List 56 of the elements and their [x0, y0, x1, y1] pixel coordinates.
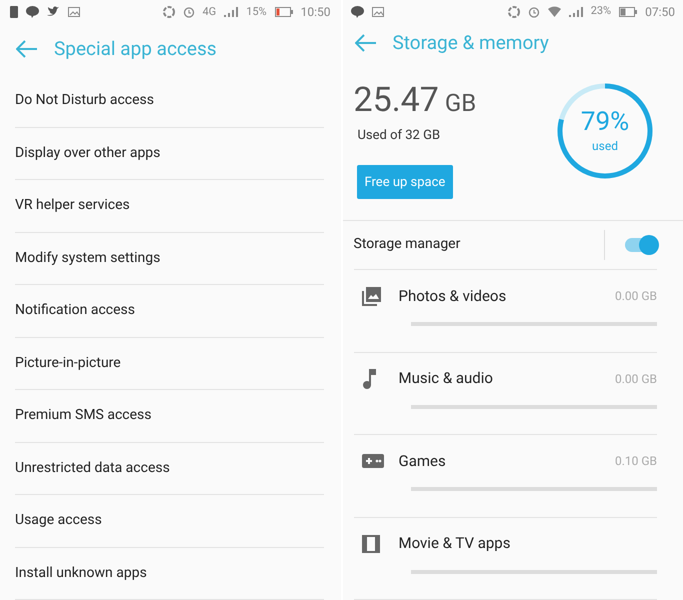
- used-caption: used: [592, 138, 618, 155]
- percent-used: 79%: [580, 106, 630, 137]
- settings-item[interactable]: VR helper services: [15, 180, 324, 232]
- used-unit: GB: [444, 88, 476, 119]
- chat-icon: [350, 6, 364, 18]
- settings-item[interactable]: Unrestricted data access: [15, 442, 324, 495]
- used-amount: 25.47: [354, 78, 439, 122]
- alarm-icon: [528, 6, 540, 18]
- storage-manager-switch[interactable]: [625, 238, 657, 252]
- settings-item[interactable]: Do Not Disturb access: [15, 75, 324, 128]
- battery-icon: [619, 6, 638, 17]
- wifi-icon: [548, 6, 561, 18]
- storage-category[interactable]: Photos & videos 0.00 GB: [354, 270, 657, 352]
- network-type: 4G: [202, 4, 216, 20]
- category-size: 0.00 GB: [614, 370, 657, 388]
- page-title: Storage & memory: [392, 30, 549, 56]
- film-icon: [362, 534, 380, 552]
- storage-category[interactable]: Movie & TV apps: [354, 518, 657, 600]
- alarm-icon: [182, 6, 194, 18]
- battery-percent: 23%: [590, 3, 612, 20]
- page-title: Special app access: [54, 36, 217, 62]
- battery-percent: 15%: [246, 4, 267, 20]
- clock: 10:50: [300, 4, 330, 21]
- photo-icon: [362, 286, 382, 306]
- used-of-total: Used of 32 GB: [358, 126, 442, 145]
- category-size: 0.00 GB: [614, 288, 657, 305]
- category-name: Music & audio: [398, 368, 494, 390]
- back-icon[interactable]: [354, 34, 376, 52]
- settings-item[interactable]: Notification access: [15, 285, 324, 338]
- signal-icon: [224, 6, 238, 17]
- settings-item[interactable]: Display over other apps: [15, 128, 324, 180]
- category-size: 0.10 GB: [614, 453, 657, 470]
- back-icon[interactable]: [16, 40, 38, 58]
- clock: 07:50: [645, 4, 675, 21]
- battery-icon: [274, 6, 293, 17]
- category-name: Games: [398, 450, 447, 472]
- bird-icon: [47, 6, 60, 18]
- settings-item[interactable]: Premium SMS access: [15, 390, 324, 442]
- storage-category[interactable]: Music & audio 0.00 GB: [354, 352, 657, 435]
- gamepad-icon: [362, 454, 384, 468]
- storage-category[interactable]: Games 0.10 GB: [354, 435, 657, 518]
- settings-item[interactable]: Install unknown apps: [15, 548, 324, 600]
- image-icon: [68, 6, 80, 17]
- settings-item[interactable]: Picture-in-picture: [15, 338, 324, 390]
- storage-manager-label: Storage manager: [354, 235, 462, 254]
- battery-alert-icon: [10, 6, 18, 18]
- signal-icon: [568, 6, 583, 17]
- category-name: Photos & videos: [398, 286, 508, 307]
- sync-icon: [508, 6, 520, 18]
- settings-item[interactable]: Modify system settings: [15, 232, 324, 285]
- image-icon: [372, 6, 384, 17]
- sync-icon: [162, 6, 174, 18]
- chat-icon: [26, 6, 39, 18]
- settings-item[interactable]: Usage access: [15, 495, 324, 548]
- category-name: Movie & TV apps: [398, 533, 512, 554]
- music-note-icon: [362, 368, 376, 388]
